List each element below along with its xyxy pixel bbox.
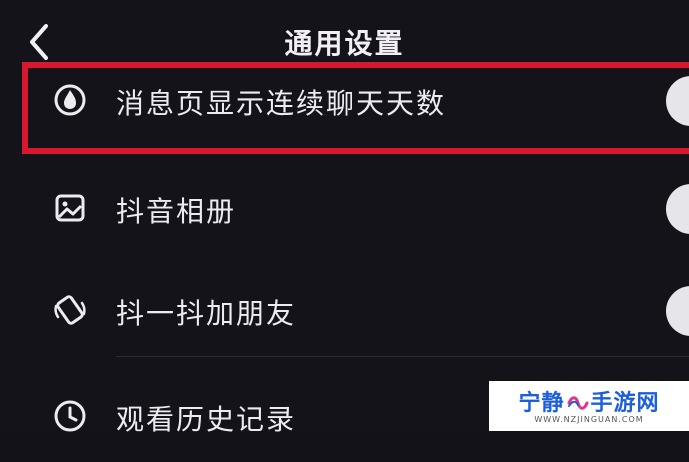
- watermark-logo-icon: [567, 396, 588, 410]
- setting-label: 观看历史记录: [116, 403, 297, 436]
- setting-row-shake[interactable]: 抖一抖加朋友: [0, 266, 689, 356]
- watermark-name: 宁静 手游网: [489, 385, 689, 417]
- highlight-box: [22, 62, 689, 154]
- settings-screen: 通用设置 消息页显示连续聊天天数 抖音相册 抖一抖加朋友 观看历史记录 宁静 手…: [0, 0, 689, 436]
- setting-row-album[interactable]: 抖音相册: [0, 164, 689, 254]
- watermark-name-left: 宁静: [518, 391, 565, 416]
- setting-label: 抖音相册: [116, 195, 237, 228]
- album-toggle[interactable]: [666, 184, 689, 234]
- watermark-url: WWW.NZJINGUAN.COM: [534, 415, 644, 424]
- clock-icon: [54, 400, 86, 432]
- shake-phone-icon: [54, 295, 86, 325]
- shake-toggle[interactable]: [666, 286, 689, 336]
- setting-label: 抖一抖加朋友: [116, 297, 297, 330]
- photo-album-icon: [55, 194, 85, 222]
- divider: [116, 356, 689, 357]
- watermark-name-right: 手游网: [590, 391, 660, 416]
- watermark: 宁静 手游网 WWW.NZJINGUAN.COM: [489, 381, 689, 431]
